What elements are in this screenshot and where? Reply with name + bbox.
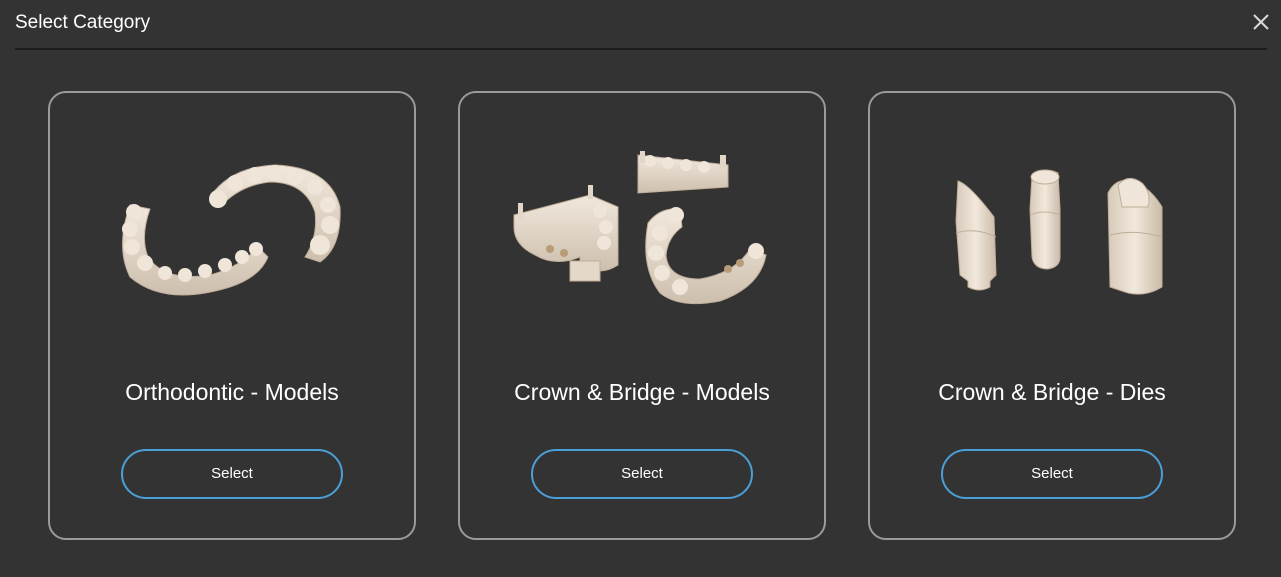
category-cards: Orthodontic - Models Select Crown & Brid… [48, 91, 1238, 541]
card-label: Crown & Bridge - Dies [938, 379, 1166, 405]
select-button[interactable]: Select [941, 449, 1163, 499]
category-card-crown-bridge-models[interactable]: Crown & Bridge - Models Select [458, 91, 826, 540]
select-button[interactable]: Select [121, 449, 343, 499]
category-card-crown-bridge-dies[interactable]: Crown & Bridge - Dies Select [868, 91, 1236, 540]
close-icon [1253, 14, 1269, 30]
card-label: Orthodontic - Models [125, 379, 339, 405]
dialog-header: Select Category [15, 0, 1269, 50]
orthodontic-models-image [122, 164, 341, 296]
crown-bridge-dies-image [955, 169, 1163, 295]
category-card-orthodontic-models[interactable]: Orthodontic - Models Select [48, 91, 416, 540]
close-button[interactable] [1249, 10, 1273, 34]
card-label: Crown & Bridge - Models [514, 379, 770, 405]
select-button[interactable]: Select [531, 449, 753, 499]
select-category-dialog: Select Category Orthodontic - Models Sel… [0, 0, 1281, 577]
dialog-title: Select Category [15, 12, 151, 33]
crown-bridge-models-image [513, 151, 767, 305]
